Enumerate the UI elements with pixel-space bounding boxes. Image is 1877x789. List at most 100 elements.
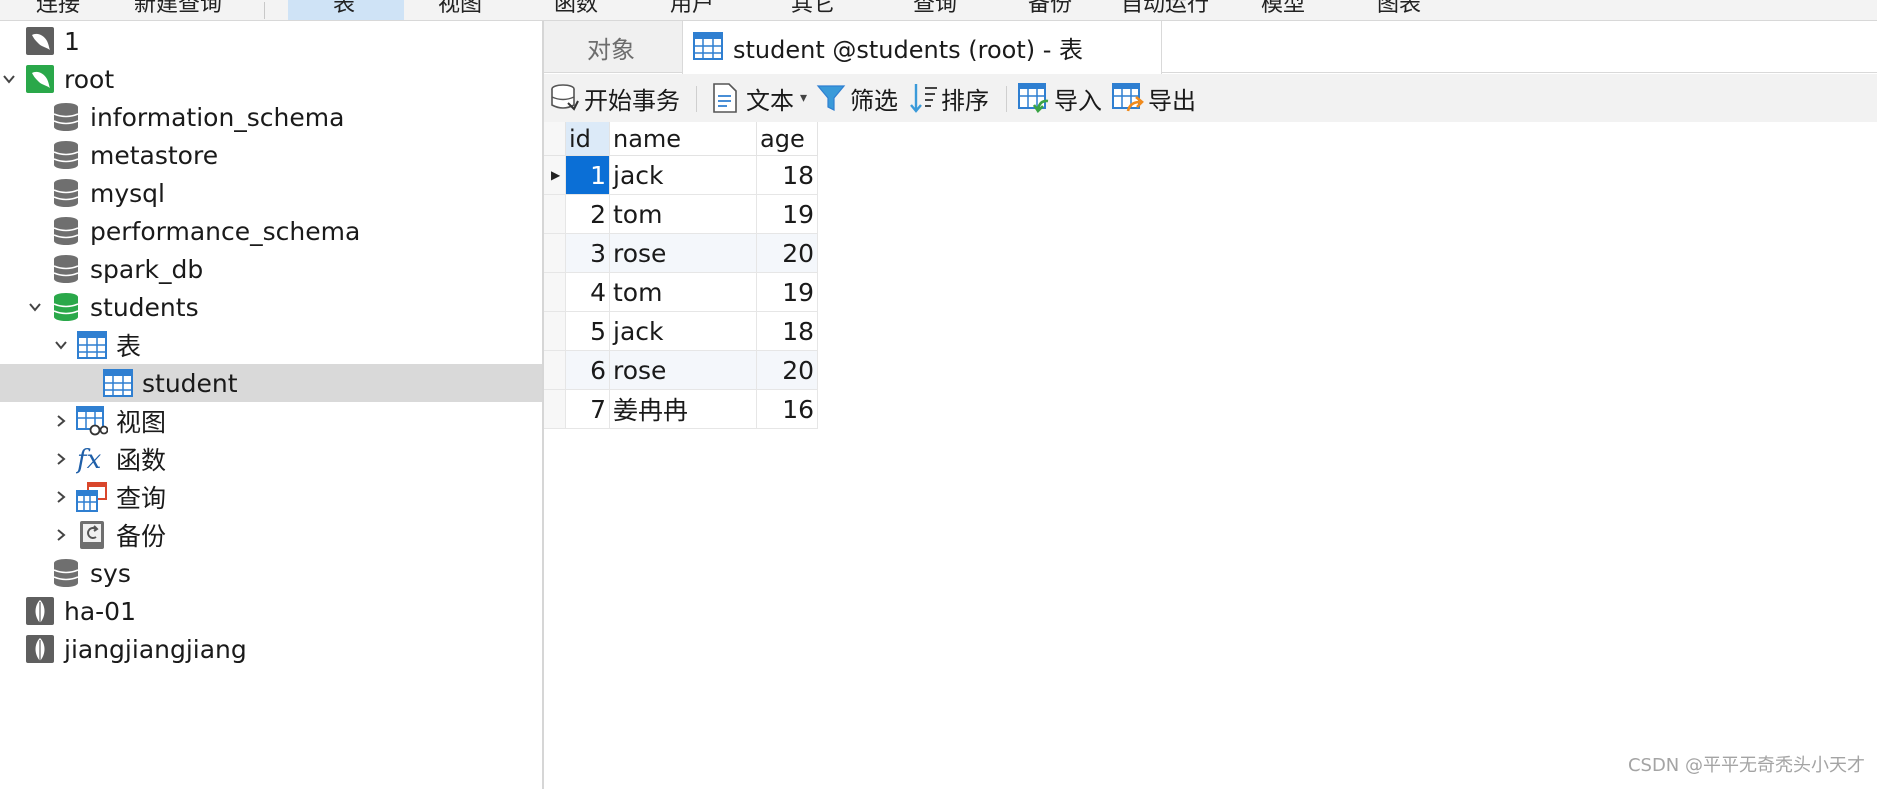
tree-item-functions-folder[interactable]: fx 函数 <box>0 440 542 478</box>
transaction-icon <box>551 84 579 111</box>
chevron-right-icon[interactable] <box>54 452 68 466</box>
toolbar-separator <box>696 86 697 112</box>
cell-name[interactable]: rose <box>610 234 757 273</box>
export-label: 导出 <box>1148 86 1196 115</box>
table-row[interactable]: ▶ 1 jack 18 <box>544 156 818 195</box>
filter-button[interactable]: 筛选 <box>816 74 898 122</box>
column-header-age[interactable]: age <box>757 122 818 156</box>
text-button[interactable]: 文本 ▾ <box>712 74 807 122</box>
table-folder-icon <box>76 329 108 361</box>
sort-button[interactable]: 排序 <box>909 74 989 122</box>
cell-id[interactable]: 5 <box>566 312 610 351</box>
cell-id[interactable]: 1 <box>566 156 610 195</box>
tree-item-label: jiangjiangjiang <box>64 634 247 664</box>
row-marker <box>544 234 566 273</box>
row-header-corner <box>544 122 566 156</box>
menu-connect[interactable]: 连接 <box>36 0 80 18</box>
tree-item-label: mysql <box>90 178 165 208</box>
tree-item-ha-01[interactable]: ha-01 <box>0 592 542 630</box>
database-icon <box>50 177 82 209</box>
chevron-right-icon[interactable] <box>54 490 68 504</box>
cell-age[interactable]: 16 <box>757 390 818 429</box>
navigation-tree: 1 root information_schema metastore mysq… <box>0 21 542 789</box>
tab-student-table[interactable]: student @students (root) - 表 <box>682 21 1162 74</box>
column-header-name[interactable]: name <box>610 122 757 156</box>
tree-item-label: 函数 <box>116 446 167 475</box>
menu-user[interactable]: 用户 <box>670 0 714 18</box>
menu-query[interactable]: 查询 <box>913 0 957 18</box>
tree-item-performance-schema[interactable]: performance_schema <box>0 212 542 250</box>
cell-age[interactable]: 18 <box>757 312 818 351</box>
table-row[interactable]: 7 姜冉冉 16 <box>544 390 818 429</box>
cell-age[interactable]: 20 <box>757 351 818 390</box>
menu-model[interactable]: 模型 <box>1261 0 1305 18</box>
menu-new-query[interactable]: 新建查询 <box>134 0 222 18</box>
tree-item-mysql[interactable]: mysql <box>0 174 542 212</box>
tree-item-label: student <box>142 368 238 398</box>
menu-other[interactable]: 其它 <box>791 0 835 18</box>
cell-id[interactable]: 7 <box>566 390 610 429</box>
menu-automation[interactable]: 自动运行 <box>1121 0 1209 18</box>
chevron-right-icon[interactable] <box>54 528 68 542</box>
cell-age[interactable]: 18 <box>757 156 818 195</box>
menu-view[interactable]: 视图 <box>438 0 482 18</box>
tree-item-label: spark_db <box>90 254 204 284</box>
cell-name[interactable]: jack <box>610 156 757 195</box>
tree-item-spark-db[interactable]: spark_db <box>0 250 542 288</box>
chevron-down-icon[interactable] <box>54 338 68 352</box>
dropdown-arrow-icon: ▾ <box>800 90 808 106</box>
tree-item-views-folder[interactable]: 视图 <box>0 402 542 440</box>
import-button[interactable]: 导入 <box>1018 74 1102 122</box>
tab-objects[interactable]: 对象 <box>544 21 678 73</box>
table-row[interactable]: 3 rose 20 <box>544 234 818 273</box>
cell-name[interactable]: jack <box>610 312 757 351</box>
menu-table[interactable]: 表 <box>333 0 355 18</box>
cell-name[interactable]: 姜冉冉 <box>610 390 757 429</box>
chevron-down-icon[interactable] <box>28 300 42 314</box>
export-button[interactable]: 导出 <box>1112 74 1196 122</box>
top-menu-bar: 连接 新建查询 表 视图 函数 用户 其它 查询 备份 自动运行 模型 图表 <box>0 0 1877 21</box>
row-marker <box>544 351 566 390</box>
chevron-right-icon[interactable] <box>54 414 68 428</box>
tree-item-information-schema[interactable]: information_schema <box>0 98 542 136</box>
current-row-arrow-icon: ▶ <box>551 168 561 182</box>
table-row[interactable]: 5 jack 18 <box>544 312 818 351</box>
tab-bar-empty-area <box>1162 21 1877 73</box>
tree-item-student-table[interactable]: student <box>0 364 542 402</box>
tree-item-root[interactable]: root <box>0 60 542 98</box>
chevron-down-icon[interactable] <box>2 72 16 86</box>
tree-item-metastore[interactable]: metastore <box>0 136 542 174</box>
table-row[interactable]: 2 tom 19 <box>544 195 818 234</box>
tree-item-label: students <box>90 292 199 322</box>
tree-item-jiangjiangjiang[interactable]: jiangjiangjiang <box>0 630 542 668</box>
menu-function[interactable]: 函数 <box>554 0 598 18</box>
tree-item-queries-folder[interactable]: 查询 <box>0 478 542 516</box>
menu-separator <box>264 2 265 19</box>
cell-id[interactable]: 2 <box>566 195 610 234</box>
cell-id[interactable]: 3 <box>566 234 610 273</box>
cell-name[interactable]: tom <box>610 273 757 312</box>
tree-item-label: 查询 <box>116 484 167 513</box>
tree-item-sys[interactable]: sys <box>0 554 542 592</box>
begin-transaction-button[interactable]: 开始事务 <box>550 74 680 122</box>
tree-item-students[interactable]: students <box>0 288 542 326</box>
tree-item-tables-folder[interactable]: 表 <box>0 326 542 364</box>
tree-item-backups-folder[interactable]: 备份 <box>0 516 542 554</box>
cell-id[interactable]: 6 <box>566 351 610 390</box>
table-row[interactable]: 4 tom 19 <box>544 273 818 312</box>
menu-backup[interactable]: 备份 <box>1028 0 1072 18</box>
table-row[interactable]: 6 rose 20 <box>544 351 818 390</box>
cell-age[interactable]: 19 <box>757 273 818 312</box>
database-icon <box>50 253 82 285</box>
cell-name[interactable]: rose <box>610 351 757 390</box>
mongodb-connection-icon <box>24 633 56 665</box>
menu-chart[interactable]: 图表 <box>1377 0 1421 18</box>
cell-name[interactable]: tom <box>610 195 757 234</box>
toolbar-separator <box>1006 86 1007 112</box>
cell-age[interactable]: 19 <box>757 195 818 234</box>
row-marker <box>544 195 566 234</box>
tree-item-connection-1[interactable]: 1 <box>0 22 542 60</box>
cell-id[interactable]: 4 <box>566 273 610 312</box>
column-header-id[interactable]: id <box>566 122 610 156</box>
cell-age[interactable]: 20 <box>757 234 818 273</box>
